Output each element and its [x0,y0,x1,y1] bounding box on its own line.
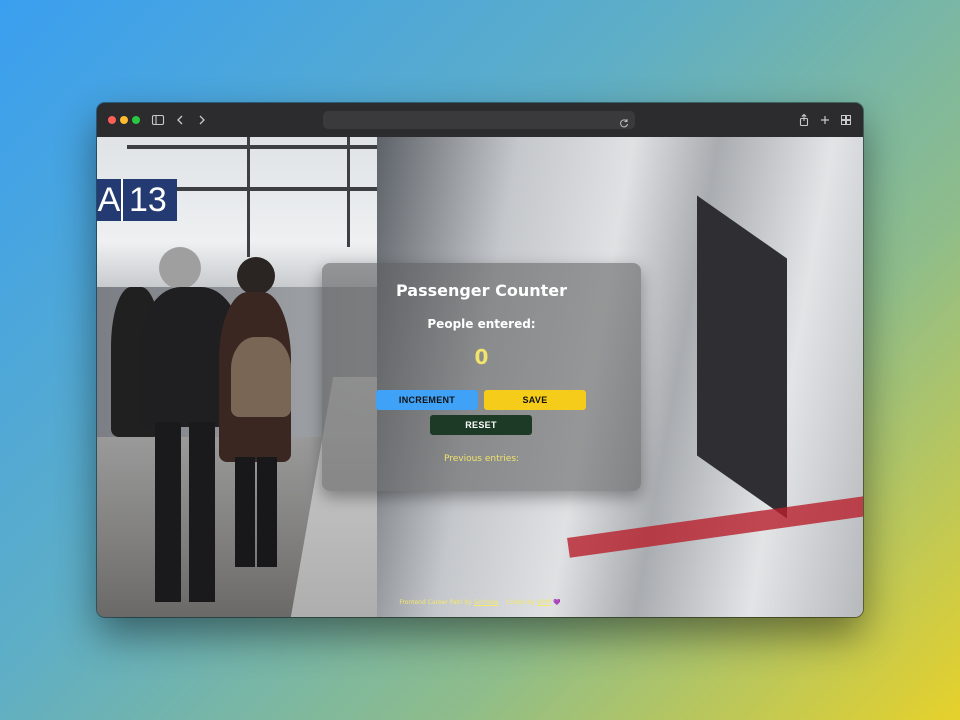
footer: Frontend Career Path by Scrimba Coded by… [97,599,863,606]
tab-overview-icon[interactable] [839,112,855,128]
zoom-window-button[interactable] [132,116,140,124]
passenger-leg [235,457,255,567]
count-display: 0 [474,345,489,369]
passenger-leg [257,457,277,567]
people-entered-label: People entered: [427,317,536,331]
counter-card: Passenger Counter People entered: 0 INCR… [322,263,641,491]
reset-button[interactable]: RESET [430,415,532,435]
chevron-left-icon[interactable] [173,112,189,128]
passenger-head [159,247,201,289]
roof-column [347,137,350,247]
reload-icon[interactable] [618,114,630,128]
previous-entries: Previous entries: [443,454,520,464]
page-viewport: A 13 Passenger Counter People entered: 0 … [97,137,863,617]
passenger-head [237,257,275,295]
roof-column [247,137,250,257]
platform-sign-number: 13 [129,181,167,219]
increment-button[interactable]: INCREMENT [376,390,478,410]
browser-window: A 13 Passenger Counter People entered: 0 … [97,103,863,617]
browser-titlebar [97,103,863,138]
app-title: Passenger Counter [395,281,568,300]
save-button[interactable]: SAVE [484,390,586,410]
plus-icon[interactable] [818,112,834,128]
close-window-button[interactable] [108,116,116,124]
chevron-right-icon[interactable] [195,112,211,128]
share-icon[interactable] [797,112,813,128]
platform-sign: A 13 [97,179,177,221]
footer-prefix: Frontend Career Path by [399,599,473,606]
heart-icon: 💜 [553,599,561,606]
scrimba-link[interactable]: Scrimba [474,599,499,606]
passenger-leg [189,422,215,602]
footer-middle: Coded by [506,599,535,606]
sidebar-icon[interactable] [151,112,167,128]
address-bar[interactable] [323,111,635,129]
bag [231,337,291,417]
platform-sign-letter: A [97,179,123,221]
author-link[interactable]: VIMP [537,599,552,606]
passenger-leg [155,422,181,602]
minimize-window-button[interactable] [120,116,128,124]
